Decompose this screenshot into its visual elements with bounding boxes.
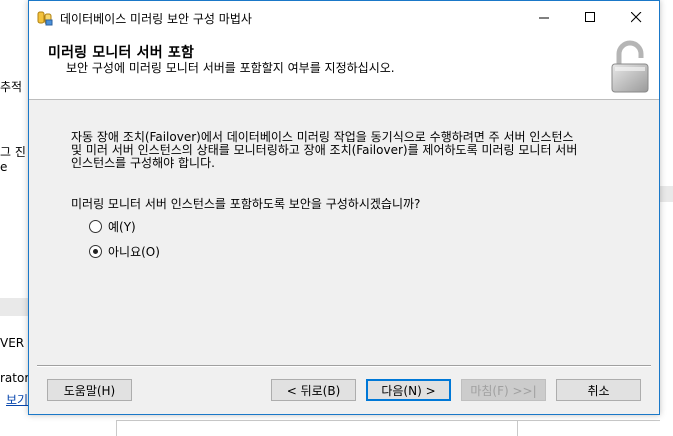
radio-label-no: 아니요(O) <box>108 245 160 259</box>
background-row-highlight <box>0 298 28 316</box>
background-app-right <box>659 0 673 436</box>
background-link[interactable]: 보기 <box>6 391 28 408</box>
padlock-icon <box>611 40 649 93</box>
radio-button-yes[interactable] <box>89 220 102 233</box>
help-button[interactable]: 도움말(H) <box>47 379 132 401</box>
description-text: 자동 장애 조치(Failover)에서 데이터베이스 미러링 작업을 동기식으… <box>71 131 631 170</box>
maximize-icon <box>584 12 595 22</box>
minimize-icon <box>538 17 549 19</box>
title-bar[interactable]: 데이터베이스 미러링 보안 구성 마법사 <box>29 1 659 34</box>
wizard-dialog: 데이터베이스 미러링 보안 구성 마법사 미러링 모니터 서버 포함 보안 구성… <box>28 0 660 415</box>
finish-button[interactable]: 마침(F) >>| <box>461 379 546 401</box>
background-row-highlight <box>660 186 673 202</box>
close-button[interactable] <box>613 1 659 34</box>
database-wizard-icon <box>37 11 53 26</box>
background-text: rator <box>0 371 30 385</box>
radio-option-yes[interactable]: 예(Y) <box>89 218 136 235</box>
back-button[interactable]: < 뒤로(B) <box>271 379 356 401</box>
radio-option-no[interactable]: 아니요(O) <box>89 243 160 260</box>
background-text: VER <box>0 336 25 350</box>
radio-button-no[interactable] <box>89 245 102 258</box>
description-line: 인스턴스를 구성해야 합니다. <box>71 156 215 170</box>
maximize-button[interactable] <box>567 1 613 34</box>
background-divider <box>517 420 518 436</box>
wizard-header: 미러링 모니터 서버 포함 보안 구성에 미러링 모니터 서버를 포함할지 여부… <box>29 34 659 100</box>
background-text: 추적 <box>0 80 23 94</box>
minimize-button[interactable] <box>521 1 567 34</box>
next-button[interactable]: 다음(N) > <box>366 379 451 401</box>
button-separator <box>37 365 651 367</box>
cancel-button[interactable]: 취소 <box>556 379 641 401</box>
close-icon <box>630 12 641 23</box>
background-divider <box>116 420 660 421</box>
background-divider <box>116 420 117 436</box>
background-text: e <box>0 160 8 174</box>
background-text: 그 진 <box>0 145 26 159</box>
question-label: 미러링 모니터 서버 인스턴스를 포함하도록 보안을 구성하시겠습니까? <box>71 197 421 211</box>
window-title: 데이터베이스 미러링 보안 구성 마법사 <box>60 12 252 26</box>
radio-label-yes: 예(Y) <box>108 220 136 234</box>
page-subtitle: 보안 구성에 미러링 모니터 서버를 포함할지 여부를 지정하십시오. <box>66 61 395 75</box>
